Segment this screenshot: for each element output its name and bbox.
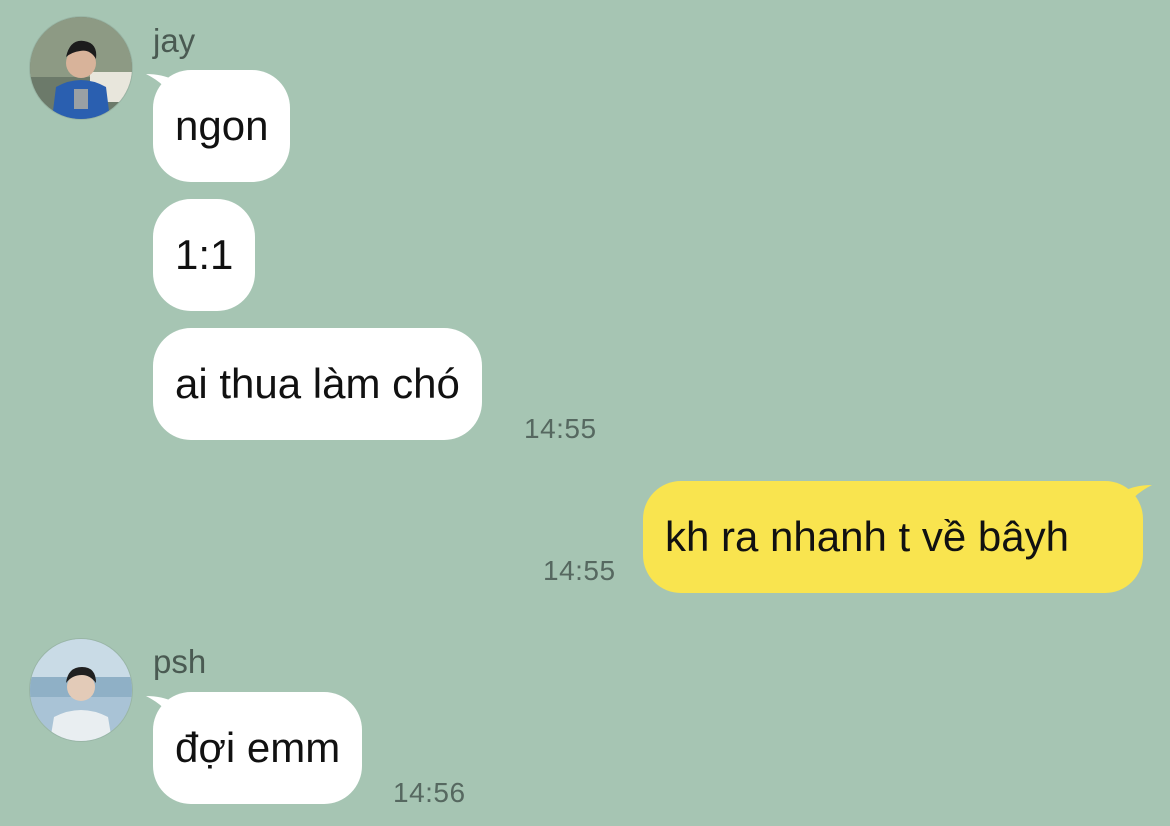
avatar-jay-image — [30, 17, 132, 119]
message-timestamp: 14:55 — [524, 413, 597, 444]
message-timestamp: 14:55 — [543, 555, 616, 586]
message-timestamp: 14:56 — [393, 777, 466, 808]
bubble-tail-outgoing — [1124, 485, 1152, 511]
message-bubble-ai-thua[interactable]: ai thua làm chó — [153, 328, 482, 440]
avatar-psh-image — [30, 639, 132, 741]
avatar-jay[interactable] — [30, 17, 132, 119]
message-bubble-ngon[interactable]: ngon — [153, 70, 291, 182]
avatar-psh[interactable] — [30, 639, 132, 741]
message-bubble-doi-emm[interactable]: đợi emm — [153, 692, 363, 804]
sender-name-psh: psh — [153, 643, 207, 680]
sender-name-jay: jay — [153, 22, 196, 59]
message-bubble-1-1[interactable]: 1:1 — [153, 199, 256, 311]
message-bubble-outgoing[interactable]: kh ra nhanh t về bâyh — [643, 481, 1143, 593]
